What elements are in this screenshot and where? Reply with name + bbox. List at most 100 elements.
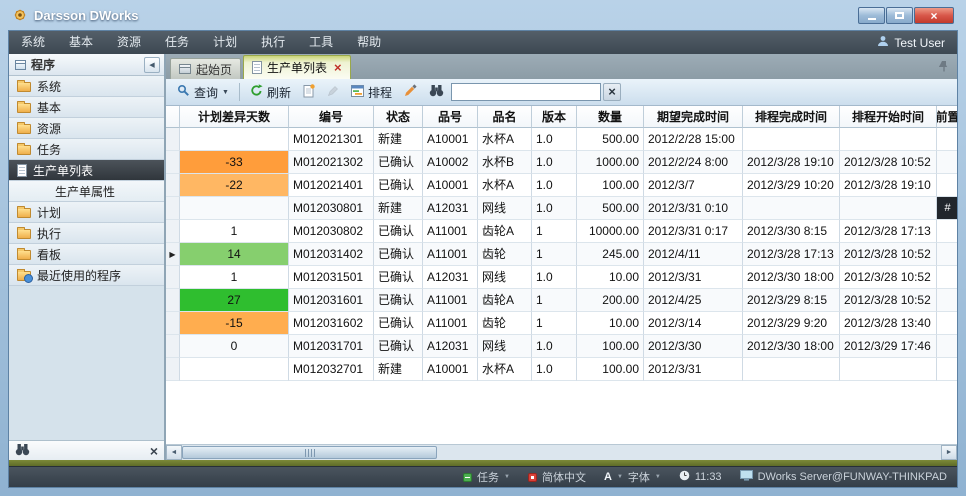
column-header-0[interactable]: 计划差异天数	[180, 106, 289, 128]
pin-icon[interactable]	[939, 60, 949, 75]
sidebar-item-1[interactable]: 基本	[9, 97, 164, 118]
cell-diff-days: 14	[180, 243, 289, 266]
sidebar-item-0[interactable]: 系统	[9, 76, 164, 97]
sidebar-item-8[interactable]: 看板	[9, 244, 164, 265]
menu-item-7[interactable]: 帮助	[345, 31, 393, 54]
window-content: 系统基本资源任务计划执行工具帮助 Test User 程序 ◀ 系统基本	[8, 30, 958, 488]
table-row[interactable]: -15M012031602已确认A11001齿轮110.002012/3/142…	[166, 312, 957, 335]
cell-item_no: A12031	[423, 266, 478, 289]
column-header-6[interactable]: 数量	[577, 106, 644, 128]
statusbar-font[interactable]: A ▼ 字体 ▼	[604, 469, 661, 485]
edit-button[interactable]	[322, 81, 344, 103]
table-row[interactable]: 27M012031601已确认A11001齿轮A1200.002012/4/25…	[166, 289, 957, 312]
menu-item-2[interactable]: 资源	[105, 31, 153, 54]
menu-item-3[interactable]: 任务	[153, 31, 201, 54]
cell-item_name: 齿轮A	[478, 289, 532, 312]
column-header-9[interactable]: 排程开始时间	[840, 106, 937, 128]
cell-sched_start: 2012/3/28 17:13	[840, 220, 937, 243]
scroll-right-arrow[interactable]: ►	[941, 445, 957, 460]
sidebar-item-6[interactable]: 计划	[9, 202, 164, 223]
cell-item_no: A10001	[423, 358, 478, 381]
table-row[interactable]: ▶14M012031402已确认A11001齿轮1245.002012/4/11…	[166, 243, 957, 266]
clear-search-button[interactable]: ×	[603, 83, 621, 101]
cell-no: M012030802	[289, 220, 374, 243]
toolbar-search-input[interactable]	[451, 83, 601, 101]
menu-item-5[interactable]: 执行	[249, 31, 297, 54]
sidebar-item-7[interactable]: 执行	[9, 223, 164, 244]
server-label: DWorks Server@FUNWAY-THINKPAD	[758, 471, 947, 483]
title-bar: Darsson DWorks ×	[8, 0, 958, 30]
cell-qty: 10.00	[577, 312, 644, 335]
statusbar-task[interactable]: 任务 ▼	[463, 469, 510, 485]
column-header-partial[interactable]: 前置	[937, 106, 957, 128]
schedule-button[interactable]: 排程	[346, 81, 397, 103]
font-label: 字体	[628, 469, 650, 485]
close-button[interactable]: ×	[914, 7, 954, 24]
table-row[interactable]: M012030801新建A12031网线1.0500.002012/3/31 0…	[166, 197, 957, 220]
find-button[interactable]	[424, 81, 449, 103]
sidebar-item-4[interactable]: 生产单列表	[9, 160, 164, 181]
cell-extra	[937, 289, 957, 312]
binoculars-icon[interactable]	[15, 443, 30, 459]
tab-0[interactable]: 起始页	[170, 58, 241, 79]
column-header-8[interactable]: 排程完成时间	[743, 106, 840, 128]
sidebar-item-label: 计划	[37, 204, 61, 221]
cell-item_no: A11001	[423, 220, 478, 243]
column-header-5[interactable]: 版本	[532, 106, 577, 128]
column-header-7[interactable]: 期望完成时间	[644, 106, 743, 128]
tab-close-icon[interactable]: ×	[334, 63, 342, 73]
scrollbar-thumb[interactable]	[182, 446, 437, 459]
cell-item_no: A10002	[423, 151, 478, 174]
menu-item-6[interactable]: 工具	[297, 31, 345, 54]
column-header-1[interactable]: 编号	[289, 106, 374, 128]
clock-icon	[679, 470, 690, 484]
sidebar-clear-icon[interactable]: ×	[150, 444, 158, 458]
sidebar-item-2[interactable]: 资源	[9, 118, 164, 139]
column-header-2[interactable]: 状态	[374, 106, 423, 128]
cell-extra	[937, 358, 957, 381]
tab-strip-row: 起始页生产单列表×	[166, 54, 957, 79]
table-row[interactable]: 1M012031501已确认A12031网线1.010.002012/3/312…	[166, 266, 957, 289]
folder-icon	[17, 82, 31, 92]
cell-status: 已确认	[374, 174, 423, 197]
column-header-4[interactable]: 品名	[478, 106, 532, 128]
refresh-button[interactable]: 刷新	[245, 81, 296, 103]
query-button[interactable]: 查询 ▼	[172, 81, 234, 103]
cell-item_name: 网线	[478, 197, 532, 220]
column-header-3[interactable]: 品号	[423, 106, 478, 128]
new-button[interactable]	[298, 81, 320, 103]
menu-item-1[interactable]: 基本	[57, 31, 105, 54]
horizontal-scrollbar[interactable]: ◄ ►	[166, 444, 957, 460]
sidebar-item-9[interactable]: 最近使用的程序	[9, 265, 164, 286]
home-icon	[179, 64, 191, 74]
menu-item-0[interactable]: 系统	[9, 31, 57, 54]
scrollbar-track[interactable]	[182, 445, 941, 460]
statusbar-language[interactable]: 简体中文	[528, 469, 586, 485]
user-area[interactable]: Test User	[877, 35, 957, 50]
maximize-icon	[895, 12, 904, 19]
maximize-button[interactable]	[886, 7, 913, 24]
sidebar-collapse-button[interactable]: ◀	[144, 57, 160, 73]
sidebar-item-3[interactable]: 任务	[9, 139, 164, 160]
cell-sched_finish	[743, 197, 840, 220]
cell-diff-days	[180, 128, 289, 151]
brush-button[interactable]	[399, 81, 422, 103]
cell-no: M012021401	[289, 174, 374, 197]
sidebar-item-5[interactable]: 生产单属性	[9, 181, 164, 202]
new-document-icon	[303, 84, 315, 101]
table-row[interactable]: M012032701新建A10001水杯A1.0100.002012/3/31	[166, 358, 957, 381]
cell-diff-days: 27	[180, 289, 289, 312]
tab-1[interactable]: 生产单列表×	[243, 55, 351, 79]
table-row[interactable]: M012021301新建A10001水杯A1.0500.002012/2/28 …	[166, 128, 957, 151]
table-row[interactable]: -22M012021401已确认A10001水杯A1.0100.002012/3…	[166, 174, 957, 197]
cell-sched_start: 2012/3/28 10:52	[840, 243, 937, 266]
folder-icon	[17, 124, 31, 134]
cell-no: M012031402	[289, 243, 374, 266]
table-row[interactable]: 0M012031701已确认A12031网线1.0100.002012/3/30…	[166, 335, 957, 358]
scroll-left-arrow[interactable]: ◄	[166, 445, 182, 460]
menu-item-4[interactable]: 计划	[201, 31, 249, 54]
table-row[interactable]: 1M012030802已确认A11001齿轮A110000.002012/3/3…	[166, 220, 957, 243]
minimize-button[interactable]	[858, 7, 885, 24]
table-row[interactable]: -33M012021302已确认A10002水杯B1.01000.002012/…	[166, 151, 957, 174]
cell-sched_finish: 2012/3/30 18:00	[743, 266, 840, 289]
